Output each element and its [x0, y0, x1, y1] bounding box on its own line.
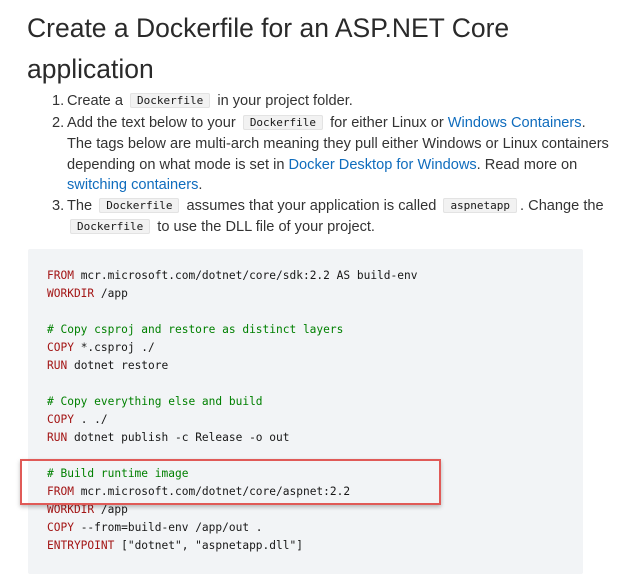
- step-text: assumes that your application is called: [186, 198, 437, 215]
- step-item: 1. Create a Dockerfile in your project f…: [52, 91, 612, 112]
- step-text: Create a: [67, 93, 123, 109]
- inline-code-aspnetapp: aspnetapp: [443, 198, 518, 214]
- docker-desktop-windows-link[interactable]: Docker Desktop for Windows: [289, 157, 477, 173]
- code-arguments: /app: [94, 287, 128, 300]
- code-line: FROM mcr.microsoft.com/dotnet/core/aspne…: [47, 483, 417, 501]
- code-keyword: COPY: [47, 413, 74, 426]
- dockerfile-code-block[interactable]: FROM mcr.microsoft.com/dotnet/core/sdk:2…: [28, 249, 583, 574]
- code-arguments: *.csproj ./: [73, 341, 155, 354]
- steps-list: 1. Create a Dockerfile in your project f…: [52, 91, 612, 238]
- code-line: ENTRYPOINT ["dotnet", "aspnetapp.dll"]: [47, 537, 417, 555]
- code-keyword: WORKDIR: [47, 287, 95, 300]
- code-arguments: dotnet restore: [67, 359, 169, 372]
- code-line: # Build runtime image: [47, 465, 417, 483]
- code-line: COPY *.csproj ./: [47, 339, 417, 357]
- code-comment: # Copy csproj and restore as distinct la…: [47, 323, 344, 336]
- code-comment: # Copy everything else and build: [47, 395, 263, 408]
- code-keyword: WORKDIR: [47, 503, 95, 516]
- code-keyword: RUN: [47, 359, 68, 372]
- code-arguments: mcr.microsoft.com/dotnet/core/sdk:2.2 AS…: [73, 269, 418, 282]
- step-text: . Read more on: [476, 156, 578, 173]
- code-keyword: FROM: [47, 269, 74, 282]
- step-text: The: [67, 198, 93, 215]
- step-text: Add the text below to your: [67, 115, 236, 132]
- code-line: COPY --from=build-env /app/out .: [47, 519, 417, 537]
- step-text: to use the DLL file of your project.: [157, 219, 375, 236]
- code-keyword: COPY: [47, 341, 74, 354]
- code-arguments: dotnet publish -c Release -o out: [67, 431, 290, 444]
- windows-containers-link[interactable]: Windows Containers: [448, 115, 582, 131]
- step-text: in your project folder.: [217, 93, 353, 109]
- step-item: 2. Add the text below to your Dockerfile…: [52, 113, 612, 195]
- code-keyword: COPY: [47, 521, 74, 534]
- code-line: # Copy csproj and restore as distinct la…: [47, 321, 417, 339]
- inline-code-dockerfile: Dockerfile: [70, 219, 151, 235]
- code-arguments: --from=build-env /app/out .: [73, 521, 263, 534]
- code-line: RUN dotnet publish -c Release -o out: [47, 429, 417, 447]
- code-content: FROM mcr.microsoft.com/dotnet/core/sdk:2…: [47, 267, 417, 555]
- code-line: WORKDIR /app: [47, 501, 417, 519]
- step-item: 3. The Dockerfile assumes that your appl…: [52, 196, 612, 238]
- code-arguments: . ./: [73, 413, 108, 426]
- page-title: Create a Dockerfile for an ASP.NET Core …: [27, 13, 510, 84]
- code-arguments: mcr.microsoft.com/dotnet/core/aspnet:2.2: [73, 485, 351, 498]
- code-comment: # Build runtime image: [47, 467, 189, 480]
- step-text: . Change the: [520, 198, 604, 215]
- code-keyword: FROM: [47, 485, 74, 498]
- code-keyword: ENTRYPOINT: [47, 539, 115, 552]
- step-number: 2.: [52, 115, 65, 132]
- inline-code-dockerfile: Dockerfile: [130, 93, 211, 108]
- step-text: .: [198, 176, 203, 193]
- code-arguments: /app: [94, 503, 128, 516]
- step-number: 3.: [52, 198, 65, 215]
- step-number: 1.: [52, 93, 65, 109]
- code-arguments: ["dotnet", "aspnetapp.dll"]: [114, 539, 303, 552]
- code-keyword: RUN: [47, 431, 68, 444]
- step-text: for either Linux or: [330, 115, 444, 132]
- code-line: FROM mcr.microsoft.com/dotnet/core/sdk:2…: [47, 267, 417, 285]
- inline-code-dockerfile: Dockerfile: [99, 198, 180, 214]
- inline-code-dockerfile: Dockerfile: [242, 115, 324, 131]
- code-line: RUN dotnet restore: [47, 357, 417, 375]
- switching-containers-link[interactable]: switching containers: [67, 177, 198, 193]
- code-line: COPY . ./: [47, 411, 417, 429]
- code-line: WORKDIR /app: [47, 285, 417, 303]
- code-line: # Copy everything else and build: [47, 393, 417, 411]
